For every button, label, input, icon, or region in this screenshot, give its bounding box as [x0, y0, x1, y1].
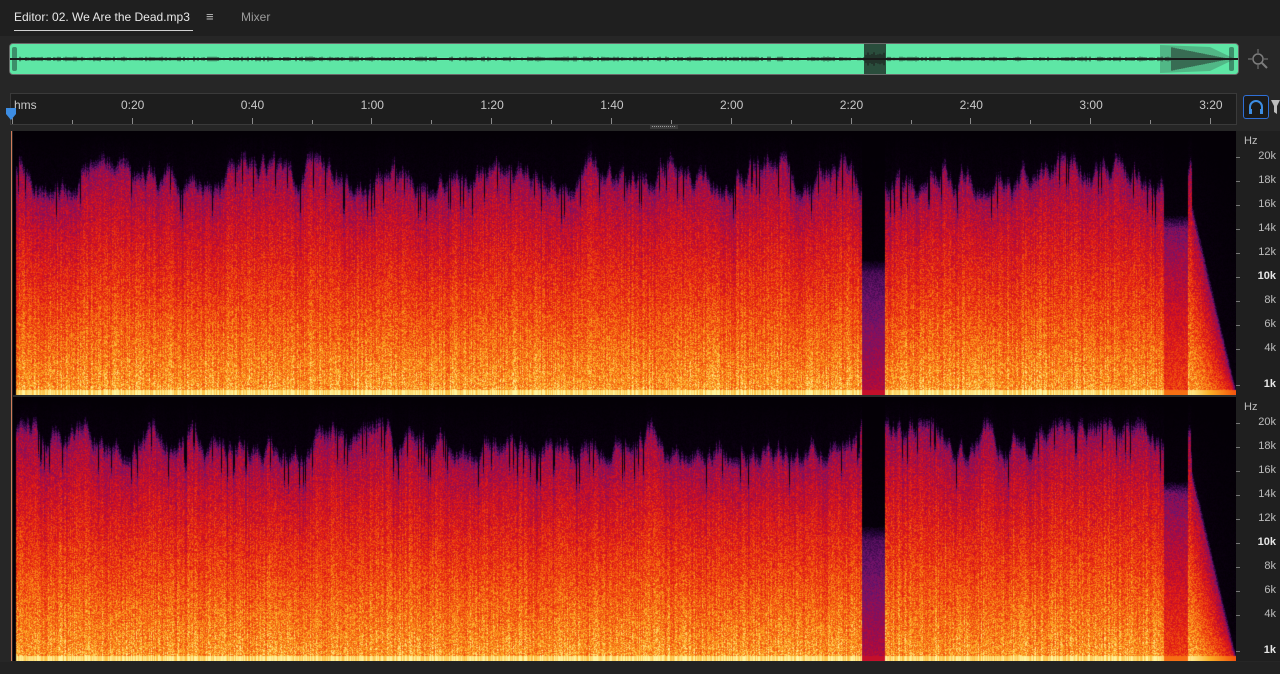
frequency-tick	[1236, 349, 1240, 350]
frequency-label: 20k	[1258, 416, 1276, 428]
spectrogram-channel-right[interactable]	[13, 397, 1236, 661]
frequency-label: 20k	[1258, 150, 1276, 162]
frequency-label: 12k	[1258, 512, 1276, 524]
ruler-tick	[1030, 120, 1032, 124]
ruler-tick	[491, 118, 493, 124]
ruler-tick	[431, 120, 433, 124]
frequency-label: 16k	[1258, 464, 1276, 476]
spectral-display[interactable]	[13, 131, 1236, 661]
frequency-tick	[1236, 543, 1240, 544]
panel-menu-icon[interactable]: ≡	[206, 9, 214, 24]
ruler-label: 1:20	[480, 98, 504, 112]
frequency-tick	[1236, 205, 1240, 206]
frequency-label: 14k	[1258, 488, 1276, 500]
ruler-label: 0:20	[121, 98, 145, 112]
frequency-tick	[1236, 423, 1240, 424]
frequency-tick	[1236, 471, 1240, 472]
frequency-label: 6k	[1264, 584, 1276, 596]
frequency-tick	[1236, 567, 1240, 568]
frequency-tick	[1236, 495, 1240, 496]
frequency-label: 18k	[1258, 440, 1276, 452]
frequency-label: 8k	[1264, 294, 1276, 306]
frequency-tick	[1236, 651, 1240, 652]
frequency-tick	[1236, 519, 1240, 520]
frequency-tick	[1236, 253, 1240, 254]
frequency-label: 12k	[1258, 246, 1276, 258]
frequency-label: 6k	[1264, 318, 1276, 330]
frequency-tick	[1236, 615, 1240, 616]
tab-mixer[interactable]: Mixer	[241, 10, 270, 24]
spectrogram-left-canvas	[13, 131, 1236, 395]
frequency-tick	[1236, 325, 1240, 326]
frequency-unit: Hz	[1244, 401, 1258, 413]
ruler-tick	[970, 118, 972, 124]
ruler-tick	[850, 118, 852, 124]
overview-waveform-graphic	[10, 44, 1238, 74]
frequency-tick	[1236, 301, 1240, 302]
frequency-tick	[1236, 591, 1240, 592]
ruler-tick	[71, 120, 73, 124]
ruler-tick	[1090, 118, 1092, 124]
ruler-tick	[1150, 120, 1152, 124]
playhead-marker-icon[interactable]	[5, 107, 17, 121]
frequency-tick	[1236, 157, 1240, 158]
ruler-tick	[191, 120, 193, 124]
frequency-label: 1k	[1263, 378, 1276, 390]
zoom-to-selection-icon[interactable]	[1247, 48, 1269, 70]
frequency-unit: Hz	[1244, 135, 1258, 147]
frequency-label: 16k	[1258, 198, 1276, 210]
ruler-label: 1:00	[360, 98, 384, 112]
ruler-label: 3:00	[1079, 98, 1103, 112]
spectrogram-channel-left[interactable]	[13, 131, 1236, 395]
frequency-label: 8k	[1264, 560, 1276, 572]
ruler-unit: hms	[14, 98, 37, 112]
frequency-tick	[1236, 181, 1240, 182]
funnel-icon[interactable]	[1271, 97, 1280, 117]
frequency-label: 18k	[1258, 174, 1276, 186]
ruler-tick	[311, 120, 313, 124]
ruler-label: 3:20	[1199, 98, 1223, 112]
frequency-label: 4k	[1264, 608, 1276, 620]
frequency-label: 10k	[1257, 536, 1276, 548]
frequency-tick	[1236, 229, 1240, 230]
ruler-label: 2:00	[720, 98, 744, 112]
ruler-tick	[1210, 118, 1211, 124]
ruler-label: 1:40	[600, 98, 624, 112]
tab-editor[interactable]: Editor: 02. We Are the Dead.mp3	[14, 10, 193, 31]
ruler-tick	[611, 118, 612, 124]
panel-resize-grip[interactable]	[650, 124, 678, 129]
ruler-tick	[251, 118, 253, 124]
frequency-label: 10k	[1257, 270, 1276, 282]
ruler-label: 2:20	[839, 98, 864, 112]
frequency-label: 4k	[1264, 342, 1276, 354]
track-left-edge	[11, 131, 12, 661]
frequency-tick	[1236, 447, 1240, 448]
ruler-tick	[790, 120, 792, 124]
frequency-scale: Hz 20k 18k 16k 14k 12k 10k 8k 6k 4k 1k Hz 20k 18k 16k 1…	[1236, 131, 1280, 661]
ruler-label: 2:40	[959, 98, 983, 112]
frequency-tick	[1236, 277, 1240, 278]
ruler-tick	[730, 118, 732, 124]
overview-waveform[interactable]	[9, 43, 1239, 75]
ruler-tick	[371, 118, 373, 124]
spectrogram-right-canvas	[13, 397, 1236, 661]
headphones-icon[interactable]	[1243, 95, 1269, 119]
ruler-tick	[131, 118, 133, 124]
frequency-label: 1k	[1263, 644, 1276, 656]
bottom-status-strip	[0, 662, 1280, 674]
frequency-tick	[1236, 385, 1240, 386]
ruler-tick	[910, 120, 912, 124]
ruler-label: 0:40	[240, 98, 265, 112]
ruler-tick	[551, 120, 553, 124]
time-ruler[interactable]: hms 0:20 0:40 1:00 1:20 1:40 2:00 2:20 2:40 3:00…	[10, 93, 1237, 125]
frequency-label: 14k	[1258, 222, 1276, 234]
